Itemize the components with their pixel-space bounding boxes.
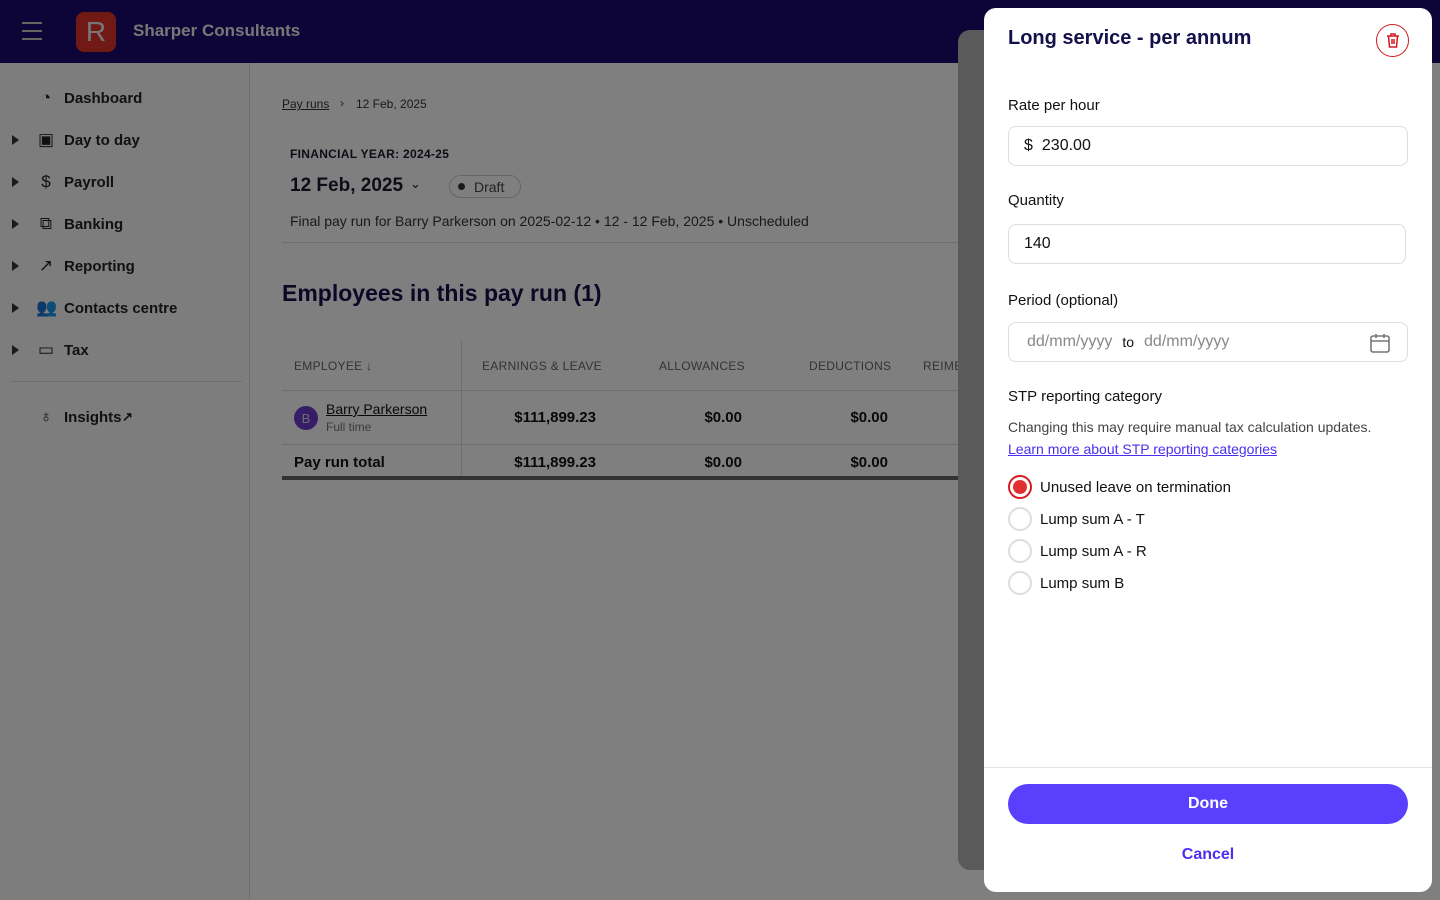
- period-from-input[interactable]: dd/mm/yyyy: [1027, 333, 1112, 351]
- radio-label: Unused leave on termination: [1040, 478, 1231, 496]
- period-label: Period (optional): [1008, 292, 1119, 309]
- trash-icon: [1386, 33, 1399, 48]
- period-to-input[interactable]: dd/mm/yyyy: [1144, 333, 1229, 351]
- quantity-value: 140: [1024, 235, 1051, 252]
- rate-input[interactable]: $230.00: [1008, 126, 1408, 166]
- period-to-label: to: [1122, 334, 1135, 350]
- calendar-icon[interactable]: [1369, 332, 1391, 354]
- stp-learn-more-link[interactable]: Learn more about STP reporting categorie…: [1008, 441, 1277, 457]
- radio-icon[interactable]: [1008, 507, 1032, 531]
- radio-label: Lump sum A - R: [1040, 542, 1147, 560]
- radio-icon[interactable]: [1008, 571, 1032, 595]
- period-input[interactable]: dd/mm/yyyy to dd/mm/yyyy: [1008, 322, 1408, 362]
- currency-prefix: $: [1024, 137, 1033, 154]
- rate-label: Rate per hour: [1008, 97, 1100, 114]
- radio-label: Lump sum B: [1040, 574, 1125, 592]
- stp-note: Changing this may require manual tax cal…: [1008, 419, 1372, 435]
- radio-unused-leave[interactable]: Unused leave on termination: [1008, 475, 1231, 499]
- delete-button[interactable]: [1376, 24, 1409, 57]
- stp-label: STP reporting category: [1008, 388, 1162, 405]
- done-button[interactable]: Done: [1008, 784, 1408, 824]
- quantity-label: Quantity: [1008, 192, 1064, 209]
- drawer-title: Long service - per annum: [1008, 27, 1252, 49]
- radio-selected-icon[interactable]: [1008, 475, 1032, 499]
- pay-item-drawer: Long service - per annum Rate per hour $…: [984, 8, 1432, 892]
- rate-value: 230.00: [1041, 137, 1091, 154]
- radio-label: Lump sum A - T: [1040, 510, 1145, 528]
- quantity-input[interactable]: 140: [1008, 224, 1406, 264]
- radio-lump-sum-a-t[interactable]: Lump sum A - T: [1008, 507, 1145, 531]
- footer-divider: [984, 767, 1432, 768]
- radio-lump-sum-b[interactable]: Lump sum B: [1008, 571, 1124, 595]
- cancel-button[interactable]: Cancel: [984, 846, 1432, 864]
- radio-lump-sum-a-r[interactable]: Lump sum A - R: [1008, 539, 1147, 563]
- radio-icon[interactable]: [1008, 539, 1032, 563]
